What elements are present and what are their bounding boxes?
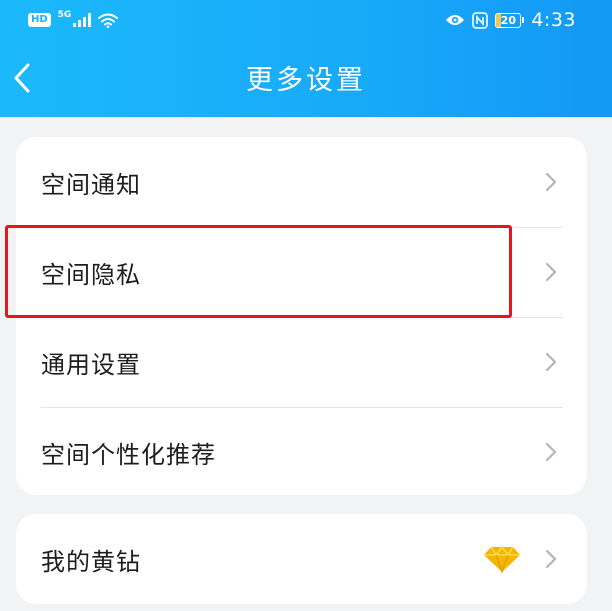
top-header: HD 5G 20 4:33 更多设置 — [0, 0, 612, 117]
nfc-icon — [472, 11, 489, 29]
menu-item-space-privacy[interactable]: 空间隐私 — [16, 227, 587, 317]
battery-body: 20 — [495, 12, 522, 28]
settings-card-main: 空间通知 空间隐私 通用设置 空间个性化推荐 — [16, 137, 587, 495]
status-time: 4:33 — [531, 9, 576, 31]
menu-item-label: 空间隐私 — [41, 260, 141, 289]
menu-item-space-notification[interactable]: 空间通知 — [16, 137, 587, 227]
menu-item-label: 我的黄钻 — [41, 547, 141, 576]
page-title: 更多设置 — [246, 65, 366, 96]
status-left: HD 5G — [28, 10, 119, 28]
wifi-icon — [98, 13, 119, 28]
settings-card-vip: 我的黄钻 — [16, 514, 587, 604]
menu-item-personalized-recommendation[interactable]: 空间个性化推荐 — [16, 407, 587, 497]
chevron-right-icon — [545, 548, 559, 570]
chevron-right-icon — [545, 261, 559, 283]
menu-item-label: 通用设置 — [41, 350, 141, 379]
battery-icon: 20 — [495, 12, 525, 28]
network-type: 5G — [57, 10, 72, 20]
menu-item-yellow-diamond[interactable]: 我的黄钻 — [16, 514, 587, 604]
chevron-right-icon — [545, 441, 559, 463]
menu-item-general-settings[interactable]: 通用设置 — [16, 317, 587, 407]
menu-item-label: 空间通知 — [41, 170, 141, 199]
diamond-icon — [483, 545, 521, 573]
status-bar: HD 5G 20 4:33 — [0, 0, 612, 40]
battery-percent: 20 — [500, 13, 516, 27]
battery-cap — [522, 17, 525, 23]
eye-icon — [446, 15, 465, 25]
hd-badge: HD — [28, 13, 51, 27]
menu-item-label: 空间个性化推荐 — [41, 440, 216, 469]
chevron-right-icon — [545, 351, 559, 373]
signal-icon — [73, 13, 92, 27]
status-right: 20 4:33 — [445, 9, 576, 31]
chevron-right-icon — [545, 171, 559, 193]
